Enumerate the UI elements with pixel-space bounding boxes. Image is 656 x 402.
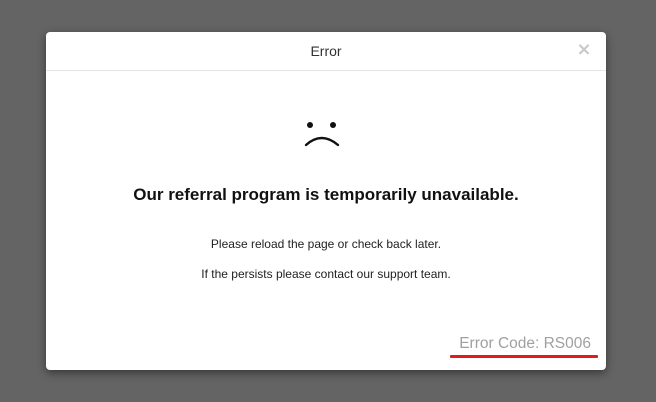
dialog-header: Error ×: [46, 32, 606, 71]
dialog-title: Error: [310, 43, 342, 59]
error-code-underline: [450, 355, 598, 358]
sad-face-icon: [304, 122, 340, 147]
close-button[interactable]: ×: [576, 41, 592, 59]
error-message-support: If the persists please contact our suppo…: [201, 267, 451, 281]
modal-backdrop: Error × Our referral program is temporar…: [0, 0, 656, 402]
dialog-body: [46, 71, 606, 370]
error-message-reload: Please reload the page or check back lat…: [210, 237, 442, 251]
error-code: Error Code: RS006: [459, 335, 591, 352]
error-heading: Our referral program is temporarily unav…: [133, 185, 519, 204]
error-dialog: Error × Our referral program is temporar…: [46, 32, 606, 370]
